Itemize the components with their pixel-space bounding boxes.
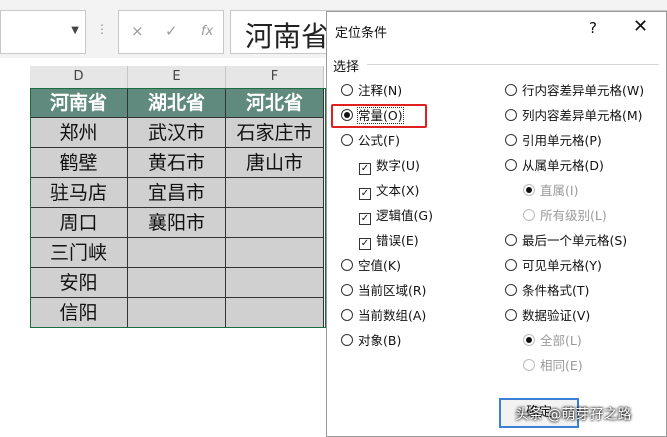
- radio-icon[interactable]: [505, 259, 517, 271]
- table-cell[interactable]: [226, 298, 324, 328]
- table-cell[interactable]: 石家庄市: [226, 118, 324, 148]
- radio-icon[interactable]: [341, 134, 353, 146]
- table-cell[interactable]: [226, 238, 324, 268]
- option-last-cell[interactable]: 最后一个单元格(S): [505, 232, 627, 250]
- column-header-e[interactable]: E: [128, 66, 226, 88]
- table-cell[interactable]: 信阳: [30, 298, 128, 328]
- insert-function-icon[interactable]: fx: [201, 24, 213, 39]
- option-all[interactable]: 全部(L): [523, 332, 582, 350]
- section-label: 选择: [333, 60, 360, 75]
- enter-icon[interactable]: ✓: [165, 22, 178, 40]
- option-all-levels[interactable]: 所有级别(L): [523, 207, 607, 225]
- table-cell[interactable]: 鹤壁: [30, 148, 128, 178]
- help-icon[interactable]: ?: [589, 19, 597, 37]
- table-cell[interactable]: 武汉市: [128, 118, 226, 148]
- formula-buttons: × ✓ fx: [118, 10, 224, 54]
- radio-icon[interactable]: [341, 334, 353, 346]
- column-header-d[interactable]: D: [30, 66, 128, 88]
- option-column-differences[interactable]: 列内容差异单元格(M): [505, 107, 643, 125]
- table-cell[interactable]: 襄阳市: [128, 208, 226, 238]
- option-blanks[interactable]: 空值(K): [341, 257, 401, 275]
- table-cell[interactable]: 黄石市: [128, 148, 226, 178]
- option-conditional-formats[interactable]: 条件格式(T): [505, 282, 589, 300]
- checkbox-text[interactable]: ✓ 文本(X): [359, 182, 419, 200]
- header-cell[interactable]: 湖北省: [128, 88, 226, 118]
- column-header-f[interactable]: F: [226, 66, 324, 88]
- chevron-down-icon[interactable]: ▼: [71, 25, 79, 36]
- radio-icon[interactable]: [505, 109, 517, 121]
- name-box[interactable]: ▼: [0, 10, 86, 54]
- option-precedents[interactable]: 引用单元格(P): [505, 132, 602, 150]
- option-dependents[interactable]: 从属单元格(D): [505, 157, 604, 175]
- radio-icon[interactable]: [505, 284, 517, 296]
- header-cell[interactable]: 河北省: [226, 88, 324, 118]
- watermark: 头条 @萌芽孖之路: [515, 407, 632, 423]
- table-cell[interactable]: 周口: [30, 208, 128, 238]
- option-data-validation[interactable]: 数据验证(V): [505, 307, 590, 325]
- drag-handle-icon[interactable]: ⋮: [96, 22, 108, 36]
- option-objects[interactable]: 对象(B): [341, 332, 401, 350]
- table-cell[interactable]: 安阳: [30, 268, 128, 298]
- radio-icon[interactable]: [505, 309, 517, 321]
- group-divider: [367, 64, 659, 65]
- option-same[interactable]: 相同(E): [523, 357, 583, 375]
- option-formulas[interactable]: 公式(F): [341, 132, 400, 150]
- checkmark-icon[interactable]: ✓: [359, 238, 371, 250]
- dialog-title: 定位条件: [335, 26, 388, 41]
- table-cell[interactable]: [128, 298, 226, 328]
- cancel-icon[interactable]: ×: [131, 22, 144, 40]
- header-cell[interactable]: 河南省: [30, 88, 128, 118]
- close-icon[interactable]: ✕: [633, 16, 648, 37]
- formula-content: 河南省: [245, 20, 330, 53]
- table-cell[interactable]: [226, 178, 324, 208]
- checkmark-icon[interactable]: ✓: [359, 163, 371, 175]
- option-visible-cells[interactable]: 可见单元格(Y): [505, 257, 602, 275]
- checkmark-icon[interactable]: ✓: [359, 213, 371, 225]
- table-cell[interactable]: [226, 208, 324, 238]
- radio-icon[interactable]: [505, 84, 517, 96]
- checkmark-icon[interactable]: ✓: [359, 188, 371, 200]
- checkbox-logicals[interactable]: ✓ 逻辑值(G): [359, 207, 433, 225]
- radio-icon[interactable]: [505, 134, 517, 146]
- radio-icon[interactable]: [341, 284, 353, 296]
- option-row-differences[interactable]: 行内容差异单元格(W): [505, 82, 644, 100]
- table-cell[interactable]: [128, 268, 226, 298]
- table-cell[interactable]: 唐山市: [226, 148, 324, 178]
- table-cell[interactable]: 驻马店: [30, 178, 128, 208]
- radio-icon[interactable]: [341, 309, 353, 321]
- radio-icon[interactable]: [505, 159, 517, 171]
- radio-icon[interactable]: [341, 84, 353, 96]
- table-cell[interactable]: 宜昌市: [128, 178, 226, 208]
- highlight-box: [331, 104, 427, 128]
- table-cell[interactable]: 郑州: [30, 118, 128, 148]
- option-direct-only[interactable]: 直属(I): [523, 182, 578, 200]
- option-current-region[interactable]: 当前区域(R): [341, 282, 426, 300]
- table-cell[interactable]: 三门峡: [30, 238, 128, 268]
- option-current-array[interactable]: 当前数组(A): [341, 307, 426, 325]
- go-to-special-dialog: 定位条件 ? ✕ 选择 注释(N) 常量(O) 公式(F) ✓ 数字(U) ✓ 文本…: [326, 11, 667, 437]
- table-cell[interactable]: [226, 268, 324, 298]
- radio-selected-icon[interactable]: [523, 334, 535, 346]
- radio-selected-icon[interactable]: [523, 184, 535, 196]
- radio-icon[interactable]: [505, 234, 517, 246]
- checkbox-errors[interactable]: ✓ 错误(E): [359, 232, 419, 250]
- radio-icon[interactable]: [523, 359, 535, 371]
- option-comments[interactable]: 注释(N): [341, 82, 402, 100]
- table-cell[interactable]: [128, 238, 226, 268]
- radio-icon[interactable]: [341, 259, 353, 271]
- radio-icon[interactable]: [523, 209, 535, 221]
- checkbox-numbers[interactable]: ✓ 数字(U): [359, 157, 420, 175]
